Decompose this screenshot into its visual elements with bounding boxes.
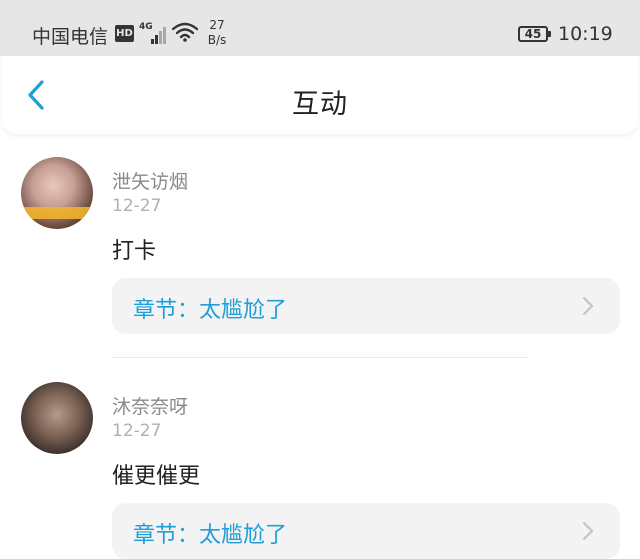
avatar-banner [21,207,93,219]
divider [112,357,528,358]
comment-date: 12-27 [112,421,162,441]
status-bar: 中国电信 HD 4G 27 B/s 45 10:19 [0,0,640,56]
nav-bar: 互动 [2,56,638,134]
comment-username[interactable]: 沐奈奈呀 [112,392,188,419]
signal-bar [163,27,166,44]
battery-icon: 45 [518,26,551,42]
avatar[interactable] [21,157,93,229]
network-speed-unit: B/s [207,33,227,47]
signal-bar [159,31,162,44]
cellular-signal-icon: 4G [139,22,169,44]
comment-text: 打卡 [112,239,157,264]
wifi-icon [172,22,198,42]
chapter-link-card[interactable]: 章节：太尴尬了 [112,278,620,334]
hd-badge: HD [115,25,134,42]
signal-bar [155,35,158,44]
avatar[interactable] [21,382,93,454]
chapter-label: 章节：太尴尬了 [133,523,288,548]
battery-level: 45 [524,27,542,41]
network-type-label: 4G [139,22,153,32]
page-title: 互动 [292,89,348,120]
comment-username[interactable]: 泄矢访烟 [112,167,188,194]
signal-bar [151,39,154,44]
comment-text: 催更催更 [112,464,201,489]
chevron-right-icon [582,521,594,541]
carrier-name: 中国电信 [32,26,109,48]
clock: 10:19 [558,23,613,45]
chevron-right-icon [582,296,594,316]
comment-date: 12-27 [112,196,162,216]
chapter-label: 章节：太尴尬了 [133,298,288,323]
network-speed-value: 27 [209,18,225,32]
network-speed: 27 B/s [205,18,229,48]
chapter-link-card[interactable]: 章节：太尴尬了 [112,503,620,559]
